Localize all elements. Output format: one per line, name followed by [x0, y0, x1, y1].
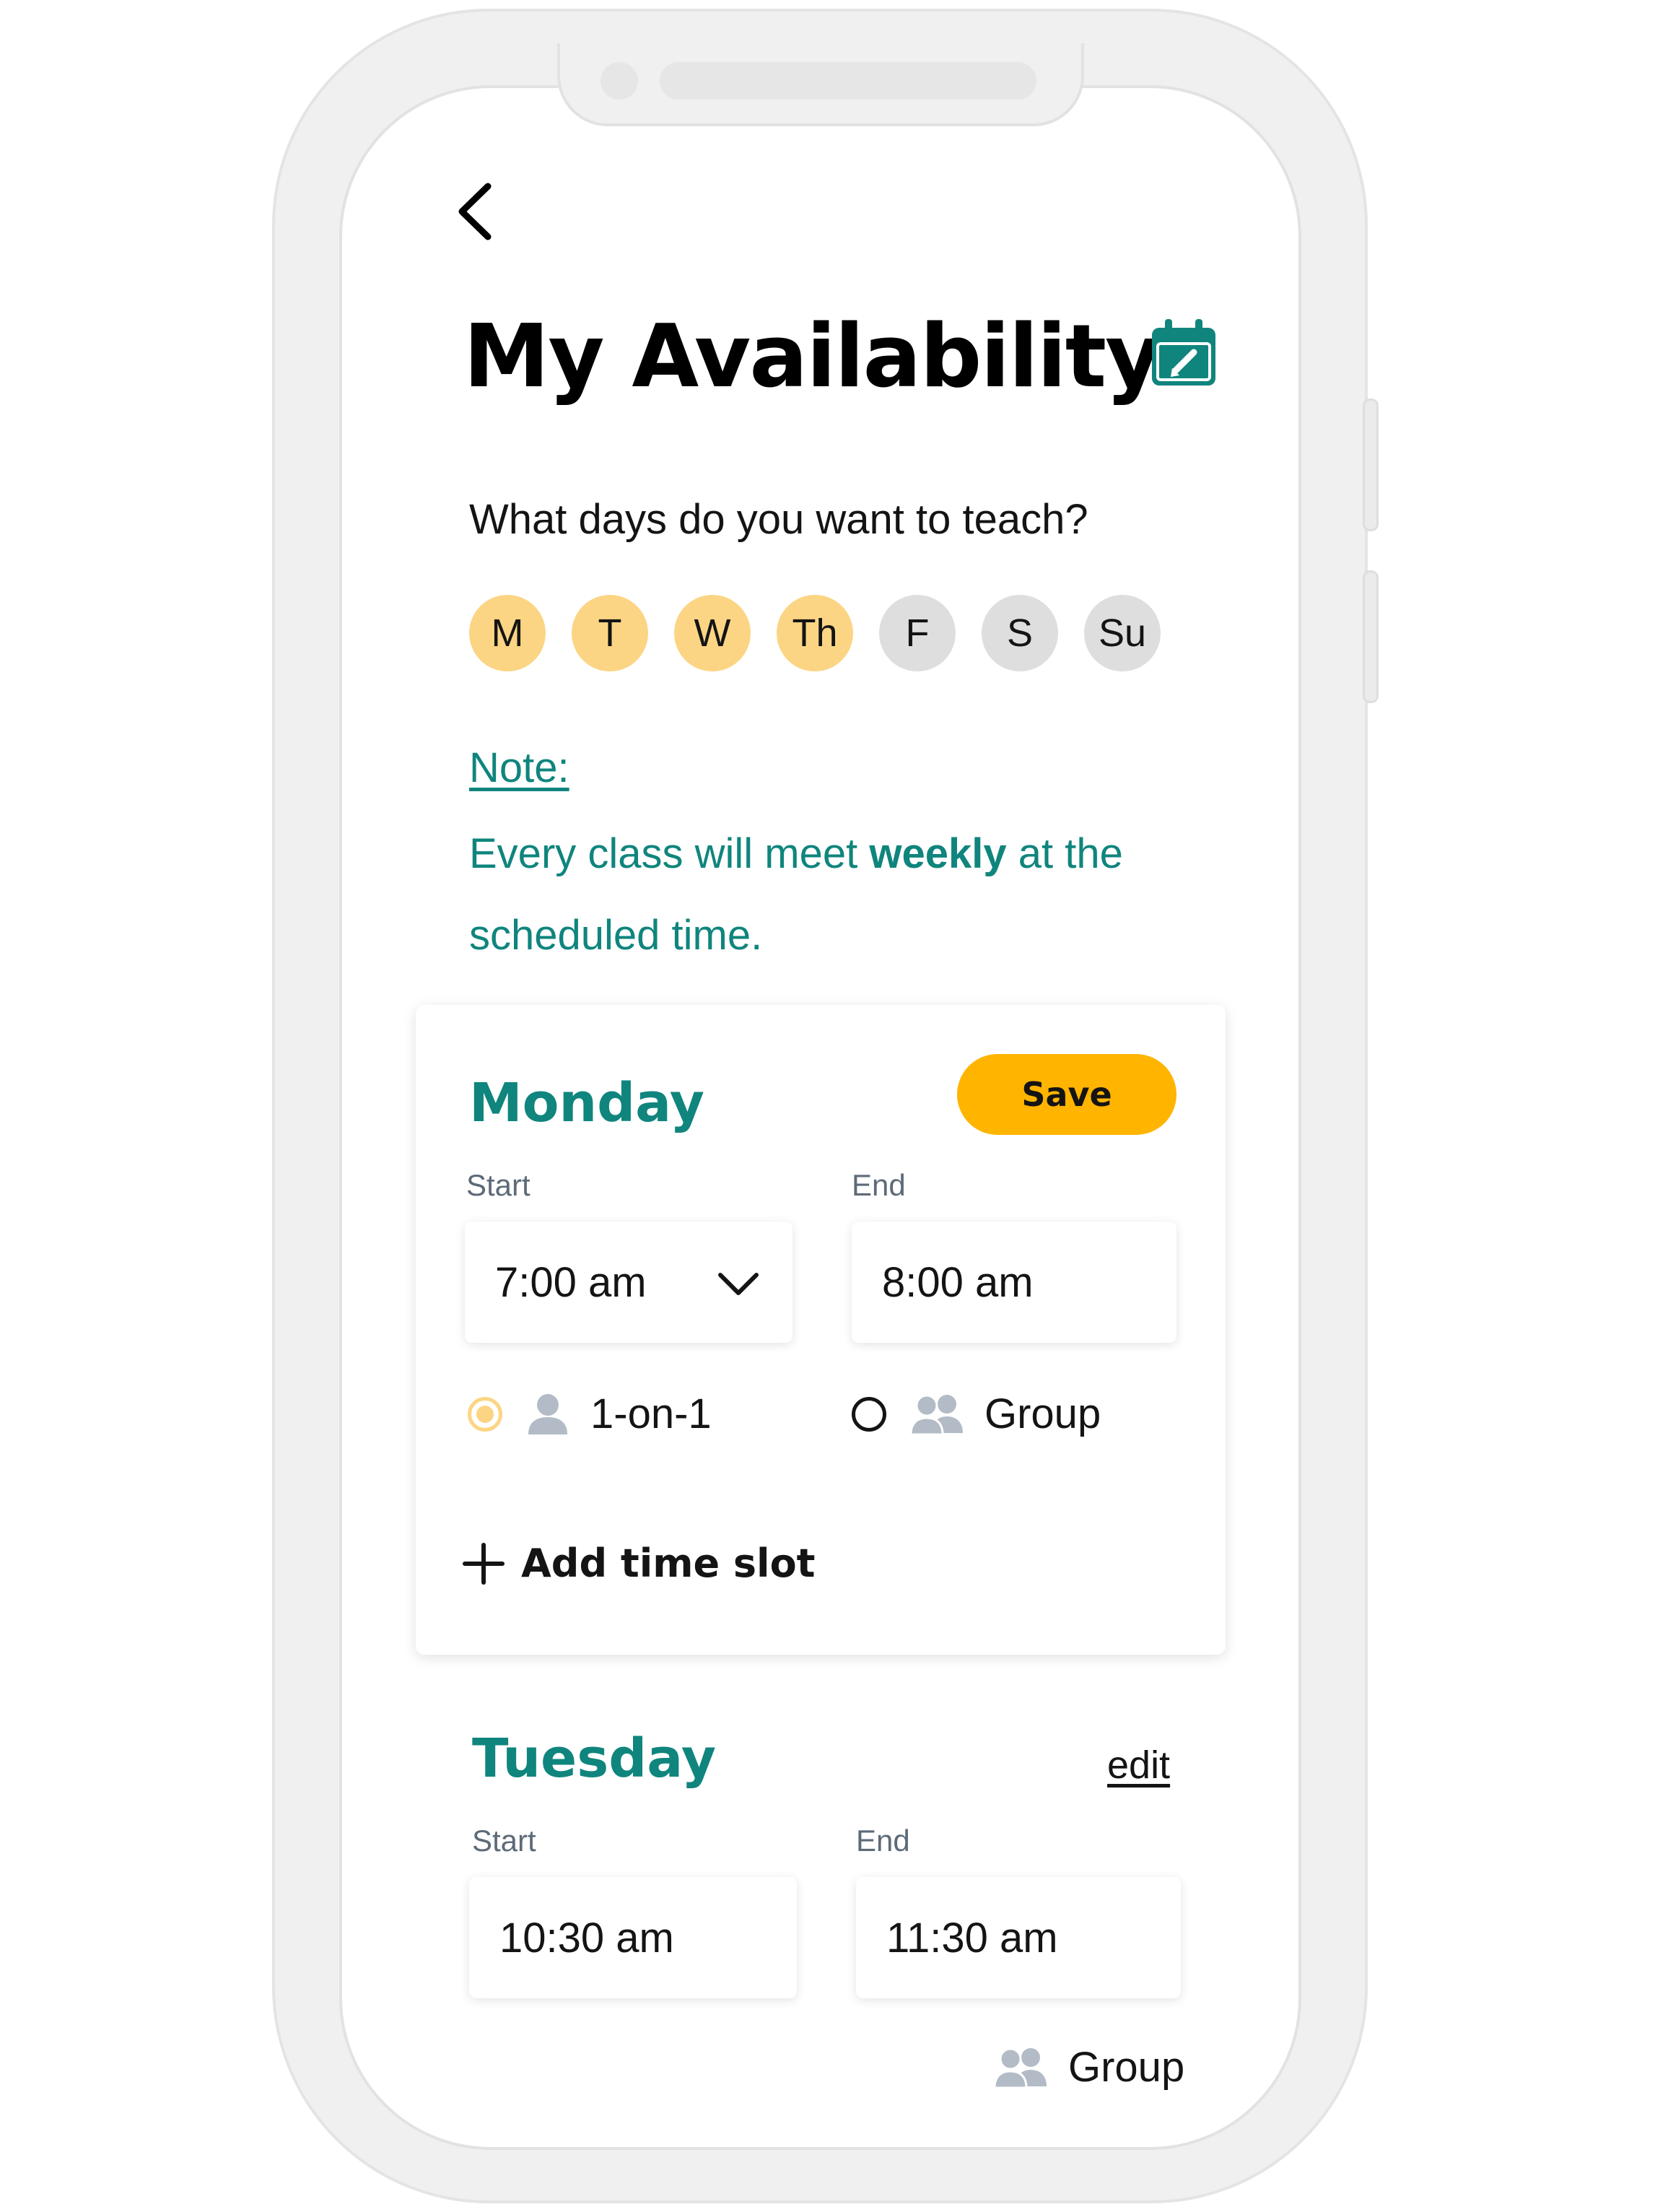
- group-icon: [993, 2047, 1047, 2089]
- note-label: Note:: [469, 744, 569, 791]
- radio-one-on-one[interactable]: [468, 1396, 502, 1432]
- tuesday-session-type: Group: [993, 2043, 1184, 2091]
- save-button[interactable]: Save: [957, 1054, 1176, 1135]
- monday-start-label: Start: [466, 1168, 530, 1202]
- page-title: My Availability: [463, 307, 1161, 407]
- tuesday-start-label: Start: [472, 1824, 536, 1858]
- day-toggle-sunday[interactable]: Su: [1084, 595, 1161, 671]
- monday-end-label: End: [852, 1168, 906, 1202]
- add-time-slot-label: Add time slot: [521, 1541, 816, 1586]
- day-toggle-saturday[interactable]: S: [982, 595, 1058, 671]
- monday-end-value: 8:00 am: [882, 1258, 1034, 1306]
- tuesday-end-value: 11:30 am: [886, 1914, 1058, 1961]
- day-toggle-thursday[interactable]: Th: [777, 595, 853, 671]
- tuesday-end-label: End: [856, 1824, 910, 1858]
- note-text-start: Every class will meet: [469, 830, 870, 877]
- group-icon: [909, 1394, 963, 1435]
- days-prompt: What days do you want to teach?: [469, 496, 1088, 543]
- chevron-down-icon: [718, 1273, 759, 1295]
- monday-start-select[interactable]: 7:00 am: [465, 1222, 792, 1343]
- volume-up-button: [1363, 399, 1379, 531]
- volume-down-button: [1363, 570, 1379, 703]
- calendar-edit-icon[interactable]: [1150, 318, 1217, 387]
- chevron-left-icon[interactable]: [450, 179, 501, 244]
- option-one-on-one-label: 1-on-1: [590, 1390, 712, 1437]
- add-time-slot-button[interactable]: Add time slot: [462, 1541, 815, 1586]
- monday-heading: Monday: [469, 1072, 705, 1134]
- plus-icon: [463, 1542, 505, 1585]
- camera-icon: [601, 62, 638, 100]
- note-text: Every class will meet weekly at the sche…: [469, 813, 1191, 976]
- day-toggle-friday[interactable]: F: [879, 595, 956, 671]
- radio-group[interactable]: [852, 1396, 886, 1432]
- monday-end-field[interactable]: 8:00 am: [852, 1222, 1176, 1343]
- day-toggle-wednesday[interactable]: W: [674, 595, 751, 671]
- day-selector: M T W Th F S Su: [469, 595, 1161, 671]
- day-toggle-monday[interactable]: M: [469, 595, 546, 671]
- tuesday-session-type-label: Group: [1068, 2044, 1185, 2091]
- note-text-bold: weekly: [869, 830, 1007, 877]
- tuesday-end-field[interactable]: 11:30 am: [856, 1877, 1181, 1998]
- option-group[interactable]: Group: [852, 1390, 1101, 1438]
- tuesday-start-field[interactable]: 10:30 am: [469, 1877, 797, 1998]
- monday-start-value: 7:00 am: [495, 1258, 647, 1306]
- tuesday-start-value: 10:30 am: [499, 1914, 674, 1961]
- tuesday-edit-link[interactable]: edit: [1107, 1740, 1170, 1790]
- option-group-label: Group: [984, 1390, 1101, 1437]
- tuesday-heading: Tuesday: [472, 1728, 717, 1790]
- day-toggle-tuesday[interactable]: T: [572, 595, 648, 671]
- speaker-grille: [660, 62, 1036, 100]
- option-one-on-one[interactable]: 1-on-1: [468, 1390, 712, 1438]
- person-icon: [528, 1393, 567, 1434]
